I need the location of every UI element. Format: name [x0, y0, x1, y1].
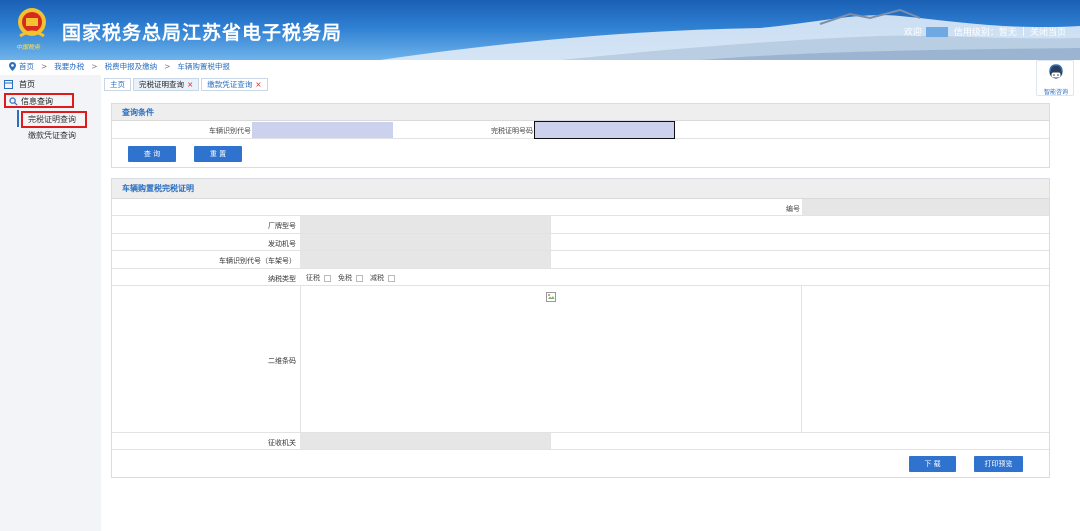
- checkbox[interactable]: [388, 274, 395, 282]
- option-label: 征税: [306, 274, 320, 282]
- breadcrumb-vehicle-tax[interactable]: 车辆购置税申报: [177, 61, 230, 72]
- cert-number-input[interactable]: [534, 121, 675, 139]
- sidebar: 首页 信息查询 完税证明查询 缴款凭证查询: [0, 75, 101, 531]
- sidebar-item-label: 首页: [19, 80, 35, 89]
- divider: [300, 286, 301, 432]
- tab-tax-certificate-query[interactable]: 完税证明查询 ×: [133, 78, 200, 91]
- engine-value: [300, 234, 550, 250]
- tax-type-label: 纳税类型: [268, 275, 296, 283]
- tab-payment-voucher-query[interactable]: 缴款凭证查询 ×: [201, 78, 268, 91]
- tax-type-options: 征税 免税 减税: [306, 273, 402, 283]
- cert-number-label: 完税证明号码: [491, 127, 533, 135]
- tab-home[interactable]: 主页: [104, 78, 131, 91]
- tax-option-exempt[interactable]: 免税: [338, 273, 363, 283]
- breadcrumb-home[interactable]: 首页: [19, 61, 34, 72]
- search-button[interactable]: 查 询: [128, 146, 176, 162]
- sidebar-item-home[interactable]: 首页: [4, 79, 35, 90]
- breadcrumb-separator: >: [91, 62, 98, 71]
- vin-frame-label: 车辆识别代号（车架号）: [219, 257, 296, 265]
- option-label: 免税: [338, 274, 352, 282]
- reset-button[interactable]: 重 置: [194, 146, 242, 162]
- divider: [550, 433, 551, 449]
- smart-consult-label: 智能咨询: [1043, 89, 1068, 96]
- location-pin-icon: [9, 62, 19, 71]
- breadcrumb: 首页 > 我要办税 > 税费申报及缴纳 > 车辆购置税申报: [0, 60, 1080, 73]
- close-page-link[interactable]: 关闭当页: [1030, 25, 1066, 38]
- welcome-text: 欢迎: [903, 28, 922, 38]
- breadcrumb-tax-service[interactable]: 我要办税: [54, 61, 84, 72]
- divider: [801, 286, 802, 432]
- search-icon: [9, 97, 18, 106]
- print-preview-button[interactable]: 打印预览: [974, 456, 1023, 472]
- tax-type-row: 纳税类型 征税 免税 减税: [112, 269, 1049, 286]
- number-label: 编号: [786, 205, 800, 213]
- username-masked: [925, 26, 948, 37]
- broken-image-icon: [546, 292, 556, 302]
- brand-value: [300, 216, 550, 233]
- breadcrumb-declaration[interactable]: 税费申报及缴纳: [105, 61, 158, 72]
- certificate-panel: 车辆购置税完税证明 编号 厂牌型号 发动机号 车辆识别代号（车架号） 纳税类型 …: [111, 178, 1050, 478]
- tab-bar: 主页 完税证明查询 × 缴款凭证查询 ×: [104, 78, 270, 92]
- query-row: 车辆识别代号 完税证明号码: [112, 121, 1049, 139]
- certificate-panel-title: 车辆购置税完税证明: [112, 179, 1049, 199]
- sidebar-section-info-query[interactable]: 信息查询: [9, 96, 53, 107]
- brand-label: 厂牌型号: [268, 222, 296, 230]
- vin-input[interactable]: [252, 122, 393, 138]
- app-title: 国家税务总局江苏省电子税务局: [62, 22, 343, 44]
- header-banner: 中国税务 国家税务总局江苏省电子税务局 欢迎 信用级别：暂无 | 关闭当页: [0, 0, 1080, 60]
- engine-label: 发动机号: [268, 240, 296, 248]
- tax-emblem-icon: [18, 8, 46, 38]
- sidebar-section-label: 信息查询: [21, 97, 53, 106]
- checkbox[interactable]: [356, 274, 363, 282]
- header-divider: |: [1021, 26, 1025, 37]
- customer-service-icon: [1049, 64, 1063, 79]
- option-label: 减税: [370, 274, 384, 282]
- download-button[interactable]: 下 载: [909, 456, 956, 472]
- qr-label: 二维条码: [268, 357, 296, 365]
- vin-value: [300, 251, 550, 268]
- credit-level: 信用级别：暂无: [953, 28, 1017, 38]
- brand-row: 厂牌型号: [112, 216, 1049, 234]
- tab-label: 主页: [110, 80, 125, 89]
- checkbox[interactable]: [324, 274, 331, 282]
- divider: [550, 234, 551, 250]
- brand-subtitle: 中国税务: [16, 44, 41, 51]
- tab-close-icon[interactable]: ×: [255, 80, 261, 89]
- breadcrumb-separator: >: [41, 62, 48, 71]
- sidebar-item-payment-voucher-query[interactable]: 缴款凭证查询: [28, 130, 76, 141]
- tab-close-icon[interactable]: ×: [187, 80, 193, 89]
- tab-label: 缴款凭证查询: [207, 80, 253, 89]
- number-row: 编号: [112, 199, 1049, 216]
- query-panel: 查询条件 车辆识别代号 完税证明号码 查 询 重 置: [111, 103, 1050, 168]
- smart-consult-button[interactable]: 智能咨询: [1036, 60, 1074, 96]
- tab-label: 完税证明查询: [139, 80, 184, 89]
- engine-row: 发动机号: [112, 234, 1049, 251]
- divider: [550, 216, 551, 233]
- query-panel-title: 查询条件: [112, 104, 1049, 121]
- authority-row: 征收机关: [112, 433, 1049, 450]
- home-grid-icon: [4, 80, 13, 89]
- tax-option-levy[interactable]: 征税: [306, 273, 331, 283]
- active-indicator: [17, 110, 19, 127]
- tax-option-reduced[interactable]: 减税: [370, 273, 395, 283]
- sidebar-item-tax-certificate-query[interactable]: 完税证明查询: [28, 114, 76, 125]
- divider: [550, 251, 551, 268]
- vin-label: 车辆识别代号: [209, 127, 251, 135]
- number-value: [802, 199, 1049, 215]
- qr-row: 二维条码: [112, 286, 1049, 433]
- authority-value: [300, 433, 550, 449]
- header-user-area: 欢迎 信用级别：暂无 | 关闭当页: [904, 25, 1066, 38]
- breadcrumb-separator: >: [164, 62, 171, 71]
- authority-label: 征收机关: [268, 439, 296, 447]
- vin-row: 车辆识别代号（车架号）: [112, 251, 1049, 269]
